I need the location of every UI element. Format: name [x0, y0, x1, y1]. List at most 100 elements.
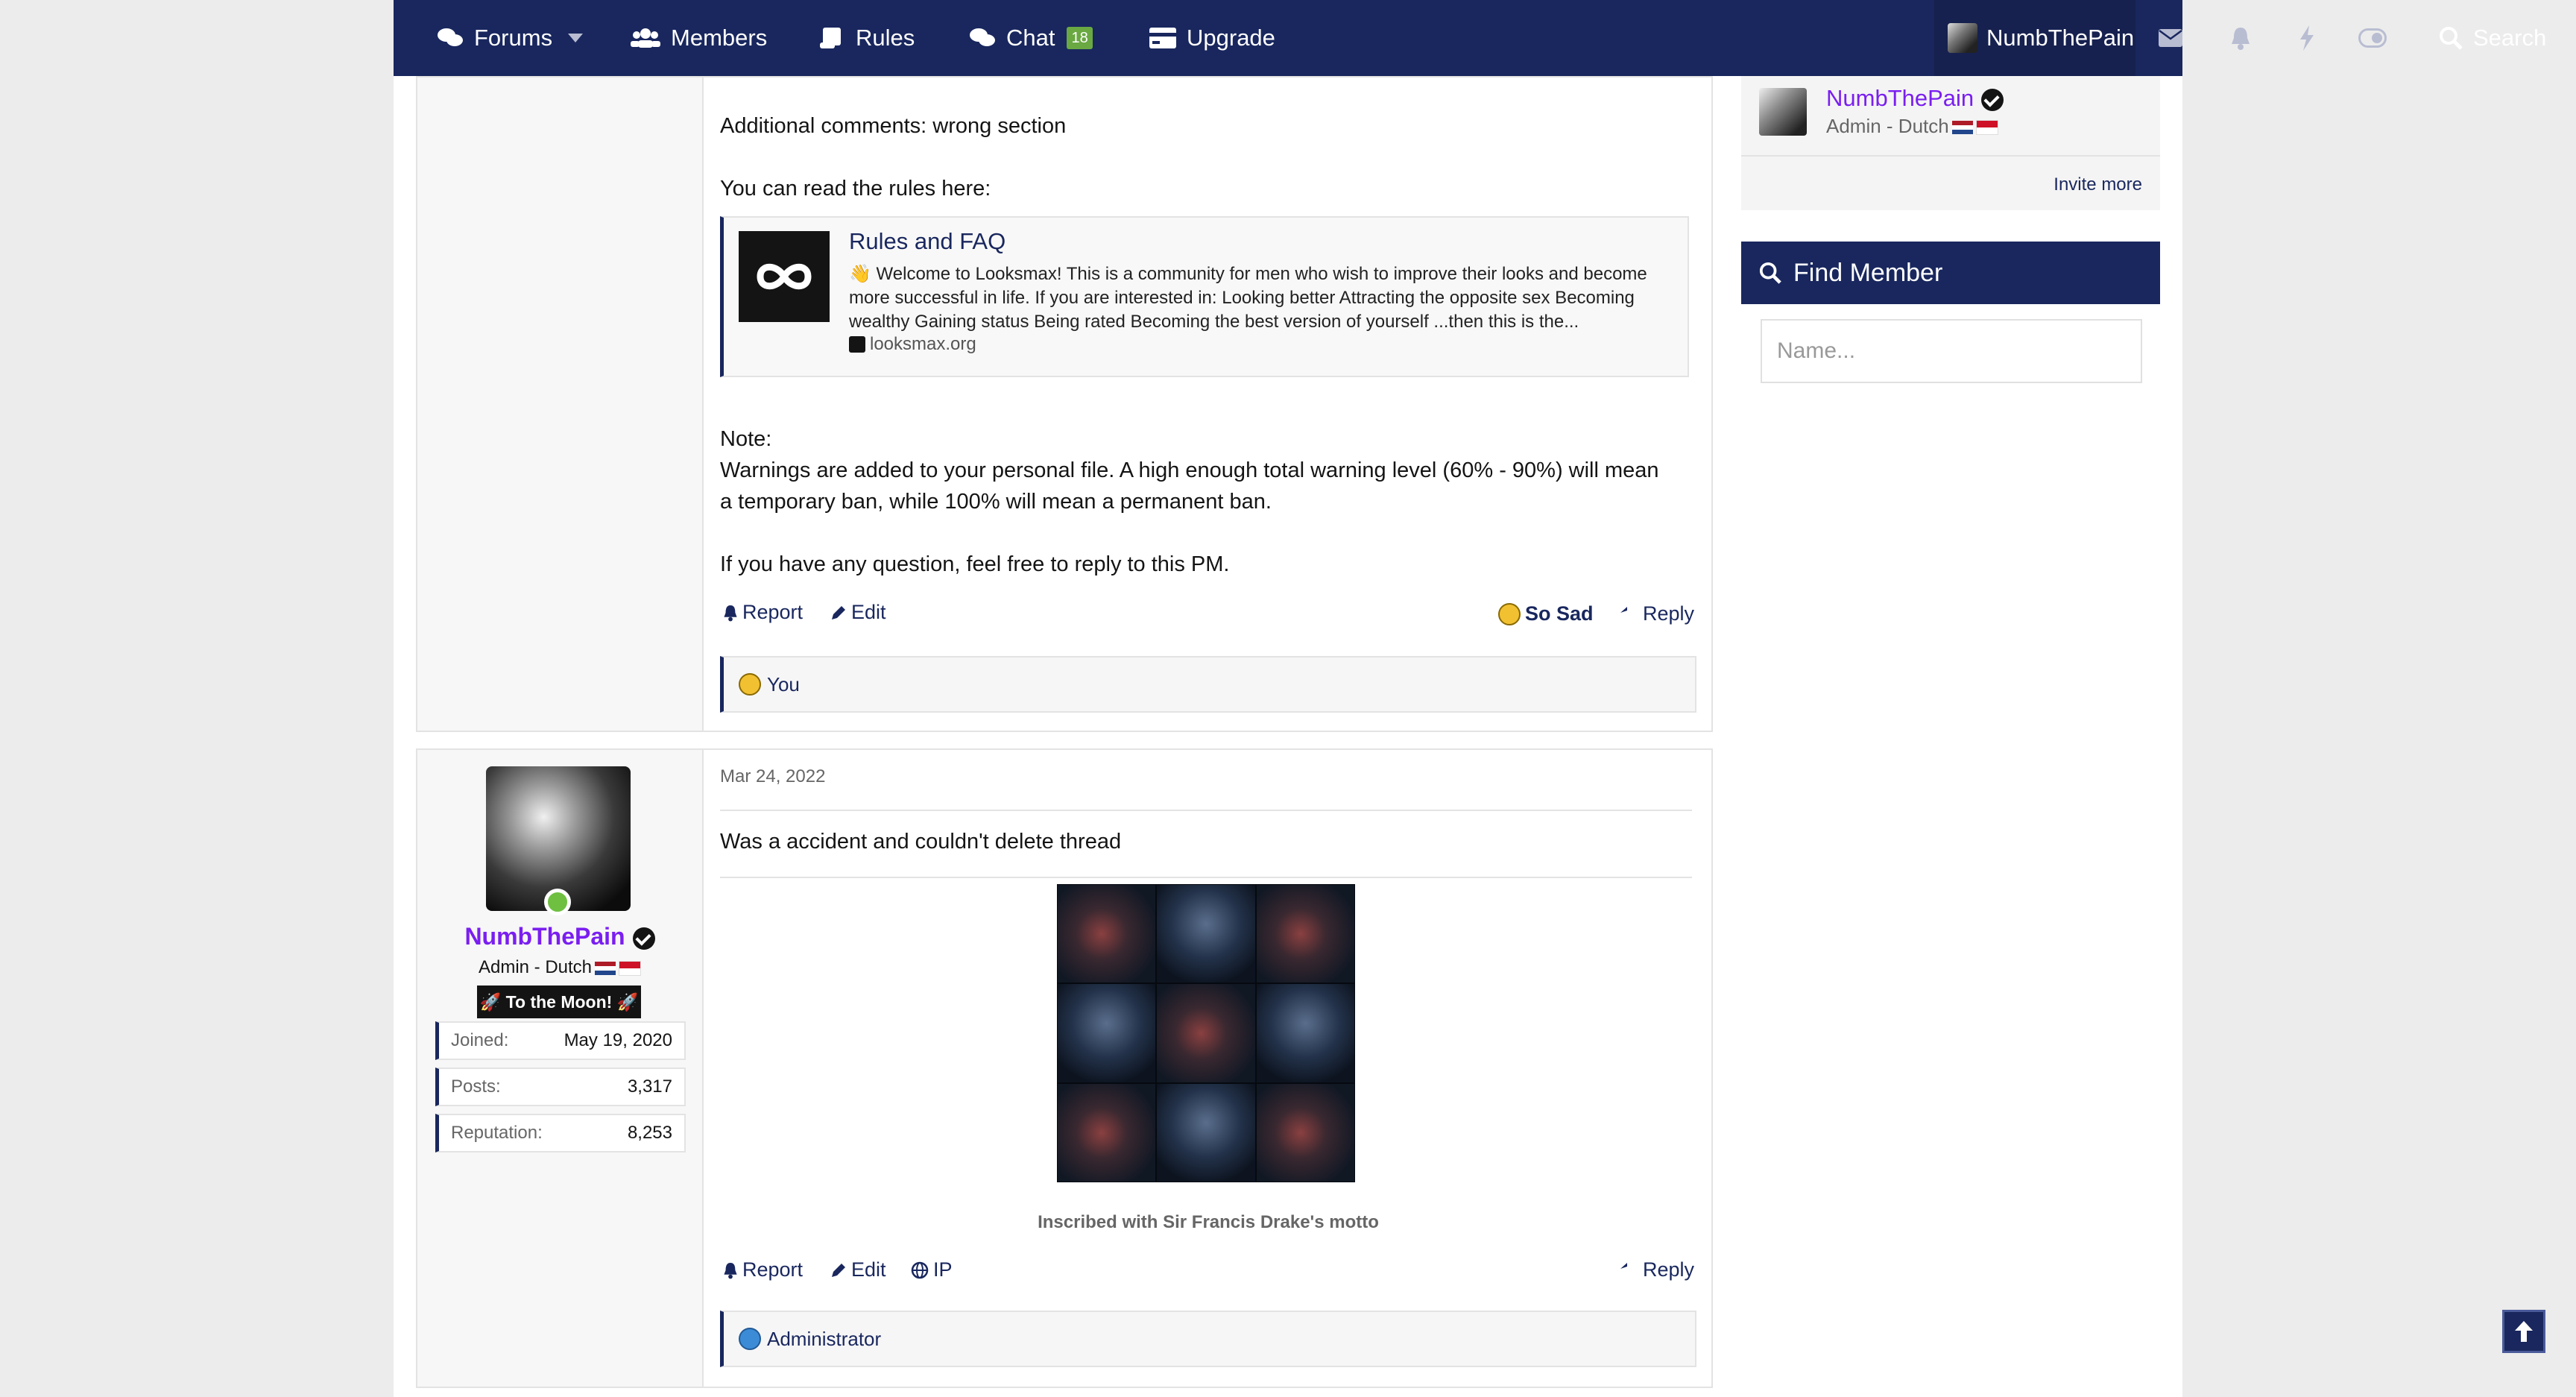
bell-icon — [724, 1262, 737, 1278]
post-2-reply-button[interactable]: Reply — [1620, 1258, 1694, 1281]
nav-upgrade[interactable]: Upgrade — [1149, 0, 1275, 76]
looksmax-logo-icon — [739, 231, 830, 322]
post-1-reply-button[interactable]: Reply — [1620, 602, 1694, 625]
post-1-reaction-label: So Sad — [1525, 602, 1594, 625]
indonesia-flag-icon — [619, 960, 642, 976]
post-2-report-label: Report — [742, 1258, 804, 1281]
pencil-icon — [832, 605, 845, 619]
sidebar-user-name[interactable]: NumbThePain — [1826, 85, 2004, 112]
online-status-indicator — [544, 889, 571, 915]
post-1-note-text: Warnings are added to your personal file… — [720, 458, 1659, 514]
post-1-reacted-by[interactable]: You — [767, 673, 800, 696]
sidebar-user-avatar[interactable] — [1759, 88, 1807, 136]
stat-reputation: Reputation: 8,253 — [435, 1114, 686, 1152]
nav-alerts[interactable] — [2230, 0, 2251, 76]
post-2-ip-button[interactable]: IP — [911, 1258, 953, 1281]
post-message-2: NumbThePain Admin - Dutch 🚀 To the Moon!… — [416, 748, 1713, 1388]
stat-joined-label: Joined: — [451, 1030, 509, 1050]
post-2-ip-label: IP — [933, 1258, 953, 1281]
rules-link-preview[interactable]: Rules and FAQ 👋 Welcome to Looksmax! Thi… — [720, 216, 1689, 377]
chat-icon — [970, 28, 995, 46]
link-preview-domain-text: looksmax.org — [870, 334, 976, 354]
nav-inbox[interactable] — [2159, 0, 2182, 76]
stat-reputation-label: Reputation: — [451, 1123, 543, 1143]
find-member-title: Find Member — [1793, 258, 1943, 287]
post-2-text: Was a accident and couldn't delete threa… — [720, 830, 1122, 854]
post-1-user-column — [417, 78, 704, 731]
post-2-edit-button[interactable]: Edit — [830, 1258, 886, 1281]
nav-members-label: Members — [671, 25, 768, 51]
nav-rules[interactable]: Rules — [820, 0, 915, 76]
netherlands-flag-icon — [595, 961, 616, 975]
search-icon — [1759, 262, 1781, 284]
globe-icon — [911, 1261, 929, 1278]
post-1-note-label: Note: — [720, 427, 772, 451]
post-2-edit-label: Edit — [851, 1258, 886, 1281]
post-1-report-label: Report — [742, 601, 804, 623]
post-1-report-button[interactable]: Report — [723, 601, 803, 624]
nav-forums[interactable]: Forums — [437, 0, 552, 76]
post-author-name-text[interactable]: NumbThePain — [464, 923, 625, 950]
comments-icon — [438, 28, 463, 46]
post-2-reply-label: Reply — [1643, 1258, 1695, 1281]
pencil-icon — [832, 1263, 845, 1277]
nav-rules-label: Rules — [856, 25, 915, 51]
post-2-report-button[interactable]: Report — [723, 1258, 803, 1281]
find-member-header: Find Member — [1741, 242, 2160, 304]
forums-dropdown-toggle[interactable] — [568, 0, 583, 76]
reply-icon — [1620, 1262, 1627, 1269]
sidebar-user-name-text[interactable]: NumbThePain — [1826, 85, 1974, 111]
post-1-reply-label: Reply — [1643, 602, 1695, 625]
post-2-image[interactable] — [1057, 884, 1355, 1182]
netherlands-flag-icon — [1951, 121, 1973, 135]
post-2-divider — [720, 810, 1692, 811]
sidebar-staff-card: NumbThePain Admin - Dutch Invite more — [1741, 76, 2160, 210]
link-preview-domain: looksmax.org — [849, 334, 976, 355]
nav-user-account[interactable]: NumbThePain — [1934, 0, 2135, 76]
link-preview-title[interactable]: Rules and FAQ — [849, 228, 1006, 255]
post-2-reactions-bar[interactable]: Administrator — [720, 1311, 1696, 1367]
post-2-reacted-by[interactable]: Administrator — [767, 1328, 881, 1351]
image-tile — [1057, 884, 1157, 984]
post-1-reactions-bar[interactable]: You — [720, 656, 1696, 713]
find-member-input[interactable] — [1761, 319, 2142, 383]
chat-count-badge: 18 — [1067, 27, 1093, 49]
nav-upgrade-label: Upgrade — [1187, 25, 1275, 51]
image-tile — [1255, 1082, 1355, 1182]
post-author-name[interactable]: NumbThePain — [417, 923, 702, 950]
post-2-date[interactable]: Mar 24, 2022 — [720, 766, 1692, 787]
stat-joined-value: May 19, 2020 — [564, 1030, 672, 1050]
stat-posts: Posts: 3,317 — [435, 1068, 686, 1106]
nav-username: NumbThePain — [1986, 25, 2135, 51]
administrator-badge-icon — [739, 1328, 761, 1350]
post-1-edit-label: Edit — [851, 601, 886, 623]
nav-members[interactable]: Members — [631, 0, 767, 76]
image-tile — [1255, 983, 1355, 1083]
invite-more-link[interactable]: Invite more — [2053, 174, 2142, 195]
sad-face-icon — [739, 673, 761, 696]
indonesia-flag-icon — [1975, 120, 1998, 136]
nav-forums-label: Forums — [474, 25, 553, 51]
nav-search-label: Search — [2473, 25, 2547, 51]
stat-posts-label: Posts: — [451, 1076, 501, 1097]
nav-user-avatar — [1948, 23, 1977, 53]
nav-style-toggle[interactable] — [2358, 0, 2387, 76]
nav-whats-new[interactable] — [2299, 0, 2315, 76]
scroll-to-top-button[interactable] — [2502, 1310, 2545, 1353]
nav-chat[interactable]: Chat 18 — [969, 0, 1093, 76]
caret-down-icon — [568, 34, 583, 42]
post-2-user-column: NumbThePain Admin - Dutch 🚀 To the Moon!… — [417, 750, 704, 1387]
nav-search-button[interactable]: Search — [2439, 0, 2546, 76]
post-1-additional-comments: Additional comments: wrong section — [720, 114, 1067, 138]
post-1-reaction-button[interactable]: So Sad — [1498, 602, 1594, 625]
users-icon — [631, 28, 660, 48]
reply-icon — [1620, 606, 1627, 613]
bolt-icon — [2300, 25, 2314, 51]
post-1-closing-text: If you have any question, feel free to r… — [720, 552, 1230, 576]
post-1-edit-button[interactable]: Edit — [830, 601, 886, 624]
sidebar-divider — [1741, 155, 2160, 157]
image-tile — [1057, 1082, 1157, 1182]
post-2-divider-2 — [720, 877, 1692, 878]
post-author-title: Admin - Dutch — [417, 957, 702, 978]
top-navbar: Forums Members Rules Chat 18 Upgrade Num… — [394, 0, 2546, 76]
